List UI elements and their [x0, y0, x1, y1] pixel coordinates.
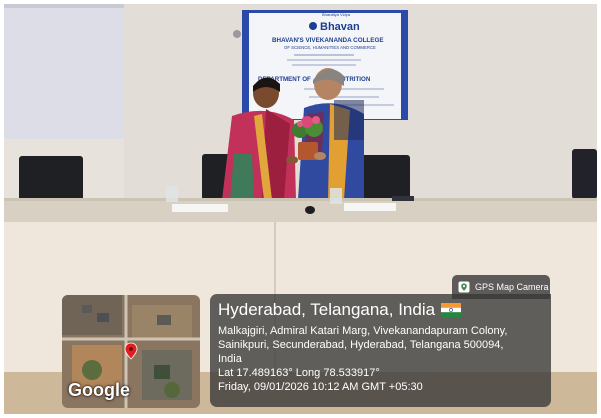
name-plate-left: [172, 204, 228, 212]
name-plate-right: [344, 203, 396, 211]
address-line-1: Malkajgiri, Admiral Katari Marg, Vivekan…: [218, 325, 508, 337]
location-title: Hyderabad, Telangana, India: [218, 300, 436, 319]
banner-publisher-tag: Bharatiya Vidya: [322, 12, 351, 17]
gps-camera-label: GPS Map Camera: [475, 282, 549, 292]
gps-map-camera-icon: [458, 281, 470, 293]
india-flag-icon: [441, 303, 462, 317]
datetime: Friday, 09/01/2026 10:12 AM GMT +05:30: [218, 381, 423, 393]
photo-frame: Bharatiya Vidya Bhavan BHAVAN'S VIVEKANA…: [4, 4, 597, 414]
banner-college-name: BHAVAN'S VIVEKANANDA COLLEGE: [272, 37, 384, 44]
banner-brand: Bhavan: [320, 21, 360, 33]
address-line-3: India: [218, 353, 242, 365]
banner-college-subtitle: OF SCIENCE, HUMANITIES AND COMMERCE: [284, 45, 376, 50]
map-thumbnail: Google: [62, 295, 200, 408]
location-stamp: Hyderabad, Telangana, India Malkajgiri, …: [210, 294, 551, 407]
coordinates: Lat 17.489163° Long 78.533917°: [218, 367, 380, 379]
google-logo: Google: [68, 380, 130, 400]
projector-screen: [4, 4, 124, 139]
address-line-2: Sainikpuri, Secunderabad, Hyderabad, Tel…: [218, 339, 504, 351]
table-top: [4, 198, 597, 222]
